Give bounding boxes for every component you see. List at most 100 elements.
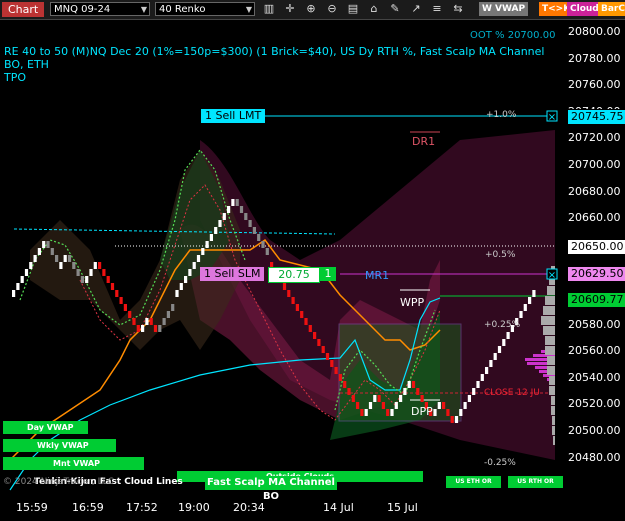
renko-brick (205, 241, 209, 248)
gray-profile-bar (547, 366, 555, 375)
header-line1: RE 40 to 50 (M)NQ Dec 20 (1%=150p=$300) … (4, 45, 545, 71)
bid-price-tag: 20609.77 (567, 292, 625, 308)
renko-brick (85, 276, 89, 283)
time-axis[interactable]: 15:59 16:59 17:52 19:00 20:34 14 Jul 15 Jul (0, 495, 565, 521)
renko-brick (321, 346, 325, 353)
renko-brick (416, 388, 420, 395)
gray-profile-bar (552, 426, 555, 435)
renko-brick (80, 276, 84, 283)
data-box-icon[interactable]: ▤ (346, 2, 360, 16)
time-tick-label: 19:00 (178, 501, 210, 514)
crosshair-icon[interactable]: ✛ (283, 2, 297, 16)
bars-icon[interactable]: ▥ (262, 2, 276, 16)
w-vwap-button[interactable]: W VWAP (479, 2, 529, 16)
renko-brick (381, 402, 385, 409)
plus-025-label: +0.25% (484, 320, 521, 330)
header-overlay-label: OOT % 20700.00 (470, 30, 556, 41)
renko-brick (351, 395, 355, 402)
renko-brick (235, 199, 239, 206)
price-tick-label: 20520.00 (568, 397, 621, 411)
renko-brick (476, 381, 480, 388)
sell-lmt-order[interactable]: 1 Sell LMT (201, 109, 266, 123)
price-tick-label: 20720.00 (568, 131, 621, 145)
renko-brick (136, 325, 140, 332)
renko-brick (42, 241, 46, 248)
chevron-down-icon: ▼ (245, 5, 252, 14)
renko-brick (377, 395, 381, 402)
sell-slm-price[interactable]: 20.75 (268, 267, 320, 283)
renko-brick (261, 241, 265, 248)
renko-brick (528, 297, 532, 304)
gray-profile-bar (545, 346, 555, 355)
renko-brick (119, 297, 123, 304)
renko-brick (390, 409, 394, 416)
renko-brick (149, 318, 153, 325)
renko-brick (175, 290, 179, 297)
shift-icon[interactable]: ⇆ (451, 2, 465, 16)
renko-brick (325, 353, 330, 360)
zoom-icon[interactable]: ⊕ (304, 2, 318, 16)
renko-brick (192, 262, 196, 269)
renko-brick (145, 318, 149, 325)
renko-brick (76, 269, 80, 276)
renko-brick (222, 213, 226, 220)
sell-slm-price-tag: 20629.50 (567, 266, 625, 282)
gray-profile-bar (547, 286, 555, 295)
barco-button[interactable]: BarCo (598, 2, 625, 16)
gray-profile-bar (549, 376, 555, 385)
renko-brick (141, 325, 145, 332)
renko-brick (282, 283, 287, 290)
arrow-icon[interactable]: ↗ (409, 2, 423, 16)
renko-brick (153, 325, 158, 332)
bar-type-selector[interactable]: 40 Renko ▼ (155, 2, 255, 16)
gray-profile-bar (543, 326, 555, 335)
price-tick-label: 20560.00 (568, 344, 621, 358)
renko-brick (480, 374, 484, 381)
renko-brick (330, 360, 334, 367)
renko-brick (239, 206, 244, 213)
renko-brick (493, 353, 497, 360)
renko-brick (407, 381, 411, 388)
renko-brick (467, 395, 471, 402)
sell-slm-qty[interactable]: 1 (320, 267, 336, 281)
price-tick-label: 20800.00 (568, 25, 621, 38)
price-tick-label: 20780.00 (568, 51, 621, 65)
renko-brick (209, 234, 213, 241)
plus-1-label: +1.0% (486, 110, 517, 120)
renko-brick (179, 283, 183, 290)
renko-brick (373, 395, 377, 402)
renko-brick (184, 276, 188, 283)
renko-brick (110, 283, 115, 290)
renko-brick (437, 402, 441, 409)
gray-profile-bar (541, 316, 555, 325)
price-axis[interactable]: 20800.0020780.0020760.0020740.0020720.00… (565, 20, 625, 495)
price-tick-label: 20500.00 (568, 424, 621, 437)
renko-brick (102, 269, 106, 276)
zoom-out-icon[interactable]: ⊖ (325, 2, 339, 16)
sell-slm-order[interactable]: 1 Sell SLM (200, 267, 265, 281)
renko-brick (33, 255, 37, 262)
dpp-label: DPP (411, 405, 433, 418)
gray-profile-bar (549, 386, 555, 395)
time-tick-label: 16:59 (72, 501, 104, 514)
pen-icon[interactable]: ✎ (388, 2, 402, 16)
drawing-icon[interactable]: ⌂ (367, 2, 381, 16)
plus-05-label: +0.5% (485, 250, 516, 260)
chart-plot-area[interactable]: × × RE 40 to 50 (M)NQ Dec 20 (1%=150p=$3… (0, 20, 565, 502)
us-eth-or-label: US ETH OR (446, 476, 501, 488)
renko-brick (308, 325, 312, 332)
time-tick-label: 17:52 (126, 501, 158, 514)
price-tick-label: 20680.00 (568, 184, 621, 198)
cloud-button[interactable]: Cloud (567, 2, 602, 16)
renko-brick (459, 409, 463, 416)
gray-profile-bar (551, 396, 555, 405)
renko-brick (244, 213, 248, 220)
gray-profile-bar (552, 416, 555, 425)
instrument-selector[interactable]: MNQ 09-24 ▼ (50, 2, 150, 16)
renko-brick (248, 220, 252, 227)
renko-brick (386, 409, 390, 416)
renko-brick (196, 255, 201, 262)
properties-icon[interactable]: ≡ (430, 2, 444, 16)
time-tick-label: 15:59 (16, 501, 48, 514)
renko-brick (454, 416, 459, 423)
